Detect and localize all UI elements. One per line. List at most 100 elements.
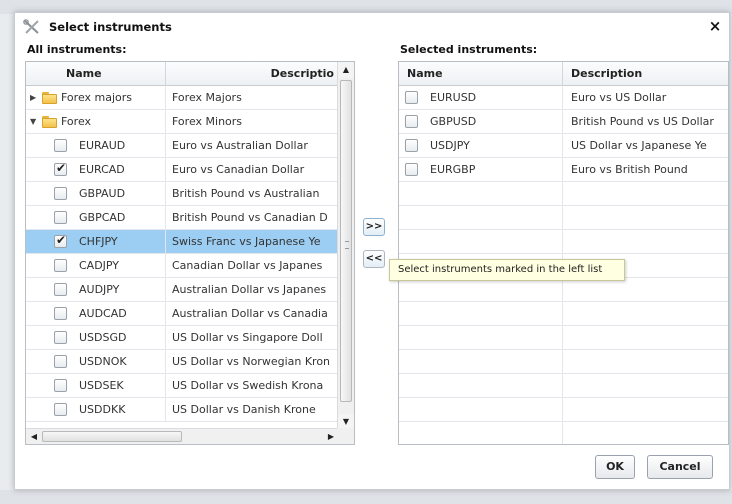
column-header-description[interactable]: Description	[563, 62, 728, 86]
selected-instruments-list[interactable]: Name Description EURUSD Euro vs US Dollar…	[398, 61, 729, 445]
instrument-name: EURCAD	[79, 163, 125, 176]
add-selected-button[interactable]: >>	[363, 218, 385, 236]
instrument-name: CADJPY	[79, 259, 120, 272]
horizontal-scroll-thumb[interactable]	[42, 431, 182, 442]
column-header-name[interactable]: Name	[26, 62, 166, 86]
instrument-row[interactable]: CHFJPY Swiss Franc vs Japanese Ye	[26, 229, 339, 254]
instrument-checkbox[interactable]	[54, 355, 67, 368]
instrument-row[interactable]: GBPCAD British Pound vs Canadian D	[26, 205, 339, 230]
empty-cell	[563, 398, 728, 422]
empty-cell	[563, 350, 728, 374]
instrument-description: Forex Minors	[172, 114, 243, 128]
instrument-checkbox[interactable]	[405, 139, 418, 152]
vertical-scrollbar[interactable]: ▲ ▼	[337, 62, 354, 430]
empty-cell	[563, 302, 728, 326]
instrument-name: USDSGD	[79, 331, 127, 344]
expanded-arrow-icon[interactable]: ▼	[30, 117, 40, 126]
instrument-checkbox[interactable]	[54, 379, 67, 392]
tree-group-row[interactable]: ▶ Forex majors Forex Majors	[26, 86, 339, 110]
instrument-checkbox[interactable]	[54, 259, 67, 272]
empty-cell	[399, 373, 563, 398]
instrument-checkbox[interactable]	[54, 307, 67, 320]
selected-instrument-row[interactable]: EURGBP Euro vs British Pound	[399, 157, 728, 182]
empty-row	[399, 277, 728, 302]
instrument-row[interactable]: USDSEK US Dollar vs Swedish Krona	[26, 373, 339, 398]
row-name-cell: EURAUD	[26, 133, 166, 158]
row-name-cell: AUDCAD	[26, 301, 166, 326]
cancel-button[interactable]: Cancel	[647, 455, 713, 479]
folder-icon	[42, 115, 58, 128]
selected-instruments-header: Name Description	[399, 62, 728, 86]
instrument-checkbox[interactable]	[54, 233, 67, 248]
arrow-up-icon[interactable]: ▲	[338, 62, 354, 78]
instrument-description: US Dollar vs Japanese Ye	[571, 138, 707, 152]
instrument-checkbox[interactable]	[54, 187, 67, 200]
instrument-name: Forex majors	[61, 91, 133, 104]
empty-cell	[399, 301, 563, 326]
empty-row	[399, 349, 728, 374]
instrument-checkbox[interactable]	[405, 115, 418, 128]
selected-instrument-row[interactable]: EURUSD Euro vs US Dollar	[399, 86, 728, 110]
instrument-row[interactable]: EURAUD Euro vs Australian Dollar	[26, 133, 339, 158]
selected-instruments-label: Selected instruments:	[400, 43, 538, 56]
instrument-checkbox[interactable]	[405, 91, 418, 104]
empty-cell	[563, 230, 728, 254]
horizontal-scrollbar[interactable]: ◀ ▶	[26, 428, 339, 444]
empty-row	[399, 421, 728, 445]
instrument-name: EURAUD	[79, 139, 126, 152]
instrument-row[interactable]: AUDCAD Australian Dollar vs Canadia	[26, 301, 339, 326]
row-name-cell: USDNOK	[26, 349, 166, 374]
row-name-cell: GBPAUD	[26, 181, 166, 206]
ok-button[interactable]: OK	[595, 455, 635, 479]
empty-row	[399, 181, 728, 206]
selected-instrument-row[interactable]: USDJPY US Dollar vs Japanese Ye	[399, 133, 728, 158]
instrument-row[interactable]: USDNOK US Dollar vs Norwegian Kron	[26, 349, 339, 374]
instrument-row[interactable]: CADJPY Canadian Dollar vs Japanes	[26, 253, 339, 278]
vertical-scroll-thumb[interactable]	[340, 80, 352, 402]
instrument-checkbox[interactable]	[405, 163, 418, 176]
instrument-checkbox[interactable]	[54, 211, 67, 224]
instrument-description: US Dollar vs Norwegian Kron	[172, 354, 331, 368]
collapsed-arrow-icon[interactable]: ▶	[30, 93, 40, 102]
empty-cell	[563, 374, 728, 398]
instrument-description: Forex Majors	[172, 90, 242, 104]
empty-row	[399, 301, 728, 326]
remove-selected-button[interactable]: <<	[363, 250, 385, 268]
row-name-cell: USDJPY	[399, 133, 563, 158]
instrument-checkbox[interactable]	[54, 331, 67, 344]
all-instruments-label: All instruments:	[27, 43, 127, 56]
selected-instrument-row[interactable]: GBPUSD British Pound vs US Dollar	[399, 109, 728, 134]
scrollbar-corner	[337, 428, 354, 444]
column-header-description[interactable]: Descriptio	[166, 62, 339, 86]
empty-cell	[563, 278, 728, 302]
instrument-description: Canadian Dollar vs Japanes	[172, 258, 323, 272]
instrument-checkbox[interactable]	[54, 283, 67, 296]
instrument-description: US Dollar vs Swedish Krona	[172, 378, 324, 392]
empty-row	[399, 229, 728, 254]
instrument-row[interactable]: EURCAD Euro vs Canadian Dollar	[26, 157, 339, 182]
instrument-row[interactable]: AUDJPY Australian Dollar vs Japanes	[26, 277, 339, 302]
instrument-description: Australian Dollar vs Japanes	[172, 282, 327, 296]
instrument-row[interactable]: USDDKK US Dollar vs Danish Krone	[26, 397, 339, 422]
instrument-description: US Dollar vs Singapore Doll	[172, 330, 323, 344]
instrument-checkbox[interactable]	[54, 161, 67, 176]
all-instruments-rows: ▶ Forex majors Forex Majors ▼ Forex Forex Min…	[26, 86, 339, 422]
row-name-cell: CADJPY	[26, 253, 166, 278]
arrow-left-icon[interactable]: ◀	[26, 429, 42, 444]
instrument-name: USDDKK	[79, 403, 126, 416]
close-button[interactable]: ×	[707, 18, 723, 34]
instrument-row[interactable]: GBPAUD British Pound vs Australian	[26, 181, 339, 206]
instrument-name: CHFJPY	[79, 235, 118, 248]
tree-group-row[interactable]: ▼ Forex Forex Minors	[26, 109, 339, 134]
empty-cell	[563, 422, 728, 445]
dialog-title: Select instruments	[49, 20, 172, 34]
column-header-name[interactable]: Name	[399, 62, 563, 86]
empty-cell	[563, 206, 728, 230]
instrument-checkbox[interactable]	[54, 403, 67, 416]
row-name-cell: AUDJPY	[26, 277, 166, 302]
all-instruments-list[interactable]: Name Descriptio ▶ Forex majors Forex Major…	[25, 61, 355, 445]
instrument-name: Forex	[61, 115, 92, 128]
instrument-checkbox[interactable]	[54, 139, 67, 152]
instrument-row[interactable]: USDSGD US Dollar vs Singapore Doll	[26, 325, 339, 350]
empty-row	[399, 373, 728, 398]
